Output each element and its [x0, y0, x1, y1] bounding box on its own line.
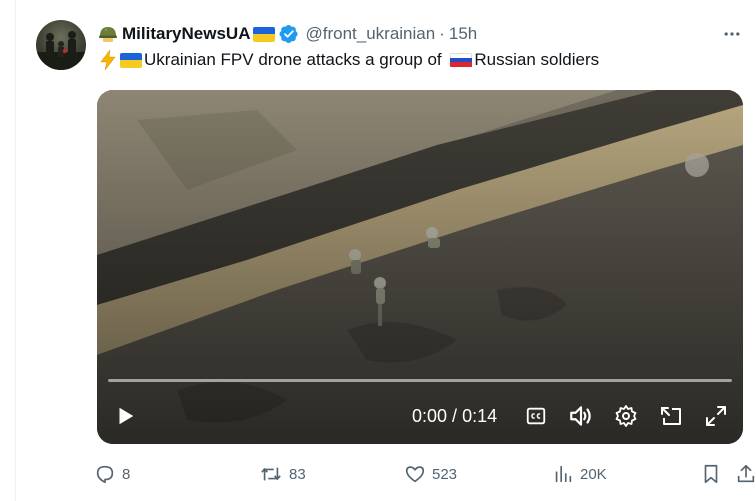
tweet-actions: 8 83 523 20K: [94, 460, 756, 488]
fullscreen-icon: [706, 406, 726, 426]
video-controls: 0:00 / 0:14: [97, 390, 743, 444]
ukraine-flag-icon: [120, 52, 142, 68]
share-button[interactable]: [734, 462, 756, 486]
play-button[interactable]: [111, 402, 139, 430]
captions-button[interactable]: [522, 402, 550, 430]
bookmark-icon: [704, 464, 718, 484]
video-timecode: 0:00 / 0:14: [412, 406, 497, 427]
verified-badge-icon[interactable]: [279, 24, 299, 44]
settings-button[interactable]: [612, 402, 640, 430]
captions-icon: [526, 407, 546, 425]
tweet-text-part1: Ukrainian FPV drone attacks a group of: [144, 50, 447, 69]
avatar[interactable]: [36, 20, 86, 70]
more-options-button[interactable]: [720, 22, 744, 46]
duration: 0:14: [462, 406, 498, 426]
share-icon: [737, 464, 755, 483]
repost-button[interactable]: 83: [259, 460, 306, 488]
video-progress-bar[interactable]: [108, 379, 732, 382]
picture-in-picture-button[interactable]: [657, 402, 685, 430]
heart-icon: [405, 466, 425, 483]
russia-flag-icon: [450, 52, 473, 68]
lightning-emoji-icon: [100, 49, 116, 71]
repost-icon: [261, 467, 281, 481]
settings-icon: [615, 405, 637, 427]
repost-count: 83: [289, 465, 306, 483]
volume-button[interactable]: [567, 402, 595, 430]
fullscreen-button[interactable]: [702, 402, 730, 430]
views-button[interactable]: 20K: [552, 460, 607, 488]
views-chart-icon: [555, 465, 572, 483]
ukraine-flag-icon: [253, 26, 276, 42]
time-separator: /: [447, 406, 463, 426]
picture-in-picture-icon: [661, 407, 681, 425]
current-time: 0:00: [412, 406, 448, 426]
tweet-text: Ukrainian FPV drone attacks a group of R…: [98, 49, 599, 71]
views-count: 20K: [580, 465, 607, 483]
video-player[interactable]: 0:00 / 0:14: [97, 90, 743, 444]
reply-button[interactable]: 8: [94, 460, 130, 488]
tweet-header: MilitaryNewsUA @front_ukrainian · 15h: [98, 22, 477, 46]
tweet[interactable]: MilitaryNewsUA @front_ukrainian · 15h Uk…: [16, 0, 756, 501]
helmet-emoji-icon: [99, 27, 117, 42]
tweet-text-part2: Russian soldiers: [474, 50, 600, 69]
reply-count: 8: [122, 465, 131, 483]
tweet-timestamp[interactable]: 15h: [449, 24, 477, 44]
user-handle[interactable]: @front_ukrainian: [305, 24, 435, 44]
separator-dot: ·: [439, 24, 445, 43]
like-button[interactable]: 523: [404, 460, 457, 488]
like-count: 523: [432, 465, 458, 483]
display-name[interactable]: MilitaryNewsUA: [122, 24, 250, 44]
play-icon: [119, 407, 134, 425]
volume-icon: [570, 406, 591, 426]
more-horizontal-icon: [724, 32, 740, 36]
bookmark-button[interactable]: [699, 462, 723, 486]
reply-icon: [96, 465, 114, 484]
